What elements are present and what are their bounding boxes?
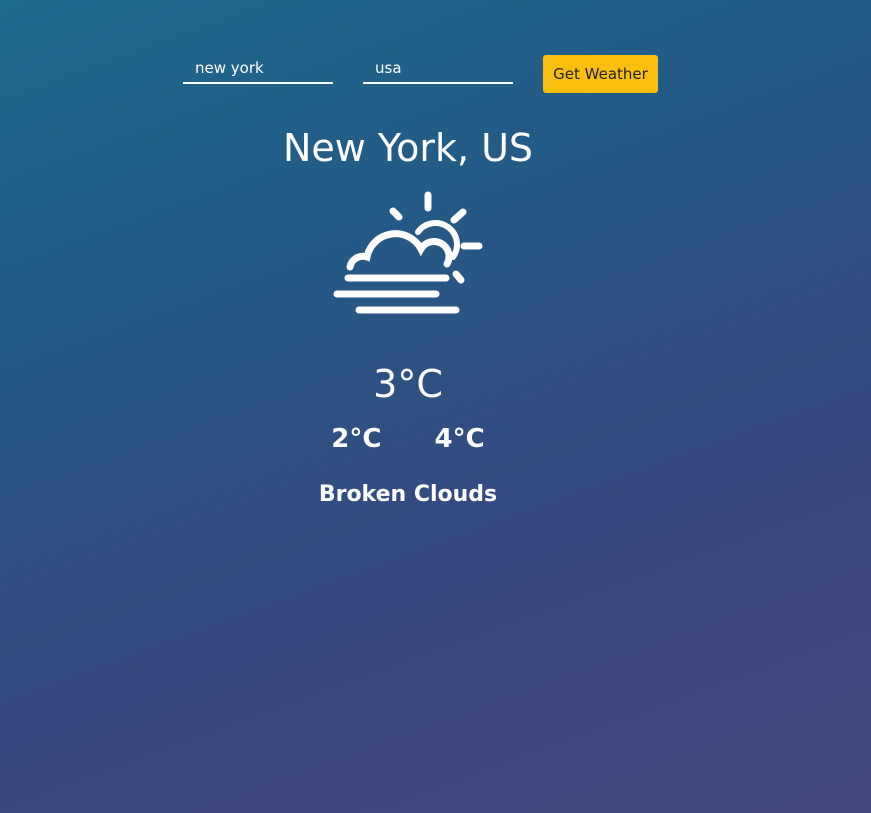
get-weather-button[interactable]: Get Weather bbox=[543, 55, 658, 93]
city-input[interactable] bbox=[183, 54, 333, 84]
current-temperature: 3°C bbox=[373, 362, 443, 406]
search-form: Get Weather bbox=[183, 54, 663, 94]
location-title: New York, US bbox=[282, 126, 534, 170]
partly-cloudy-fog-icon bbox=[330, 190, 488, 318]
temperature-range: 2°C 4°C bbox=[0, 424, 816, 454]
weather-description: Broken Clouds bbox=[318, 482, 498, 507]
min-temperature: 2°C bbox=[331, 424, 382, 454]
country-input[interactable] bbox=[363, 54, 513, 84]
max-temperature: 4°C bbox=[434, 424, 485, 454]
